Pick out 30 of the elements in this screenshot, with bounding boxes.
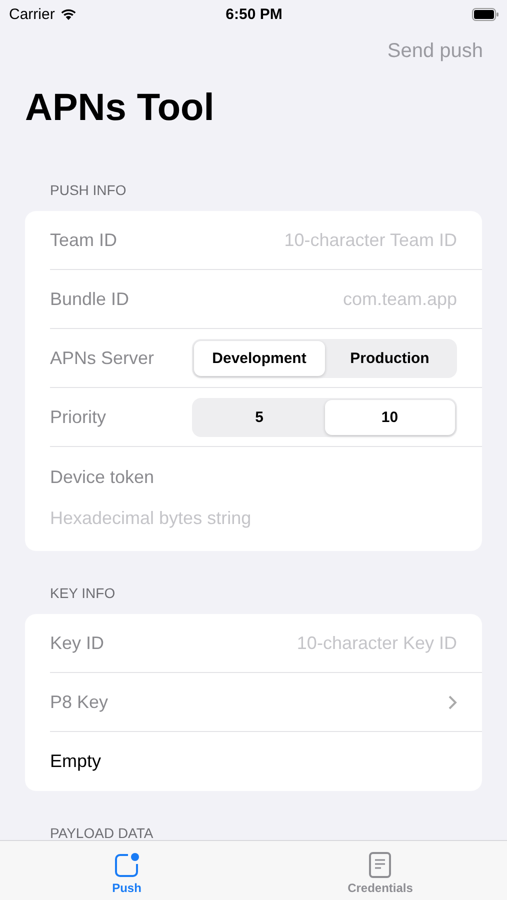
segmented-control[interactable]: 5 10 — [192, 398, 457, 436]
battery-icon — [472, 8, 499, 20]
page-title: APNs Tool — [25, 86, 216, 131]
carrier-label: Carrier — [9, 6, 55, 22]
segment-option[interactable]: Production — [324, 340, 455, 376]
section-header: PAYLOAD DATA — [49, 824, 154, 843]
status-time: 6:50 PM — [226, 6, 282, 22]
input-field[interactable]: 10-character Team ID — [227, 230, 457, 250]
segment-option[interactable]: 10 — [324, 400, 455, 434]
section-header: KEY INFO — [49, 584, 116, 603]
field-label: Team ID — [50, 230, 118, 250]
segmented-control[interactable]: Development Production — [192, 338, 457, 378]
field-label: Device token — [50, 467, 154, 488]
tab-item[interactable]: Push — [0, 841, 254, 900]
input-field[interactable]: com.team.app — [227, 288, 457, 310]
document-icon — [368, 851, 392, 879]
row-value: Empty — [50, 751, 102, 772]
segment-option[interactable]: Development — [194, 340, 324, 376]
field-label: Key ID — [50, 632, 104, 654]
field-label: Priority — [50, 406, 106, 428]
field-label: APNs Server — [50, 348, 154, 368]
segment-option[interactable]: 5 — [194, 400, 324, 434]
wifi-icon — [60, 8, 77, 20]
chevron-icon — [448, 694, 457, 710]
section-header: PUSH INFO — [49, 181, 128, 200]
field-label: Bundle ID — [50, 288, 130, 310]
notification-square-icon — [112, 851, 141, 879]
input-field[interactable]: Hexadecimal bytes string — [50, 508, 350, 529]
input-field[interactable]: 10-character Key ID — [227, 632, 457, 654]
row-label: P8 Key — [50, 692, 108, 712]
